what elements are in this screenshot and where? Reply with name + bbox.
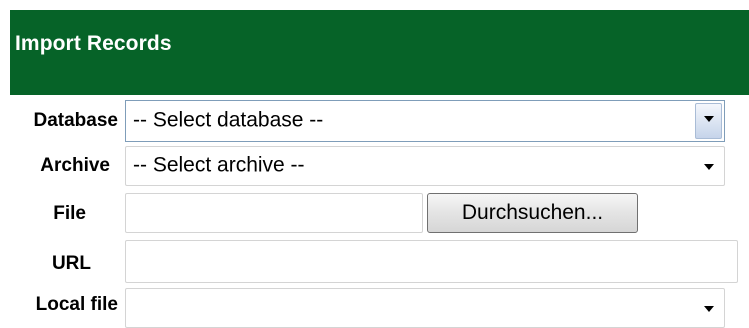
archive-select-value: -- Select archive --	[133, 153, 305, 177]
database-select-value: -- Select database --	[133, 108, 324, 132]
header-bar: Import Records	[10, 10, 749, 95]
chevron-down-icon	[704, 116, 714, 122]
chevron-down-icon	[704, 164, 714, 170]
url-input[interactable]	[125, 240, 738, 283]
database-dropdown-button[interactable]	[695, 103, 722, 139]
file-label: File	[53, 203, 86, 224]
archive-select[interactable]: -- Select archive --	[125, 146, 725, 186]
url-label: URL	[51, 253, 91, 274]
local-file-label: Local file	[35, 294, 118, 315]
browse-button[interactable]: Durchsuchen...	[427, 193, 638, 233]
database-label: Database	[33, 110, 119, 131]
file-path-input[interactable]	[125, 193, 423, 233]
chevron-down-icon	[704, 306, 714, 312]
archive-label: Archive	[40, 155, 110, 176]
local-file-select[interactable]	[125, 288, 725, 328]
page-title: Import Records	[15, 32, 172, 55]
database-select[interactable]: -- Select database --	[125, 100, 725, 142]
